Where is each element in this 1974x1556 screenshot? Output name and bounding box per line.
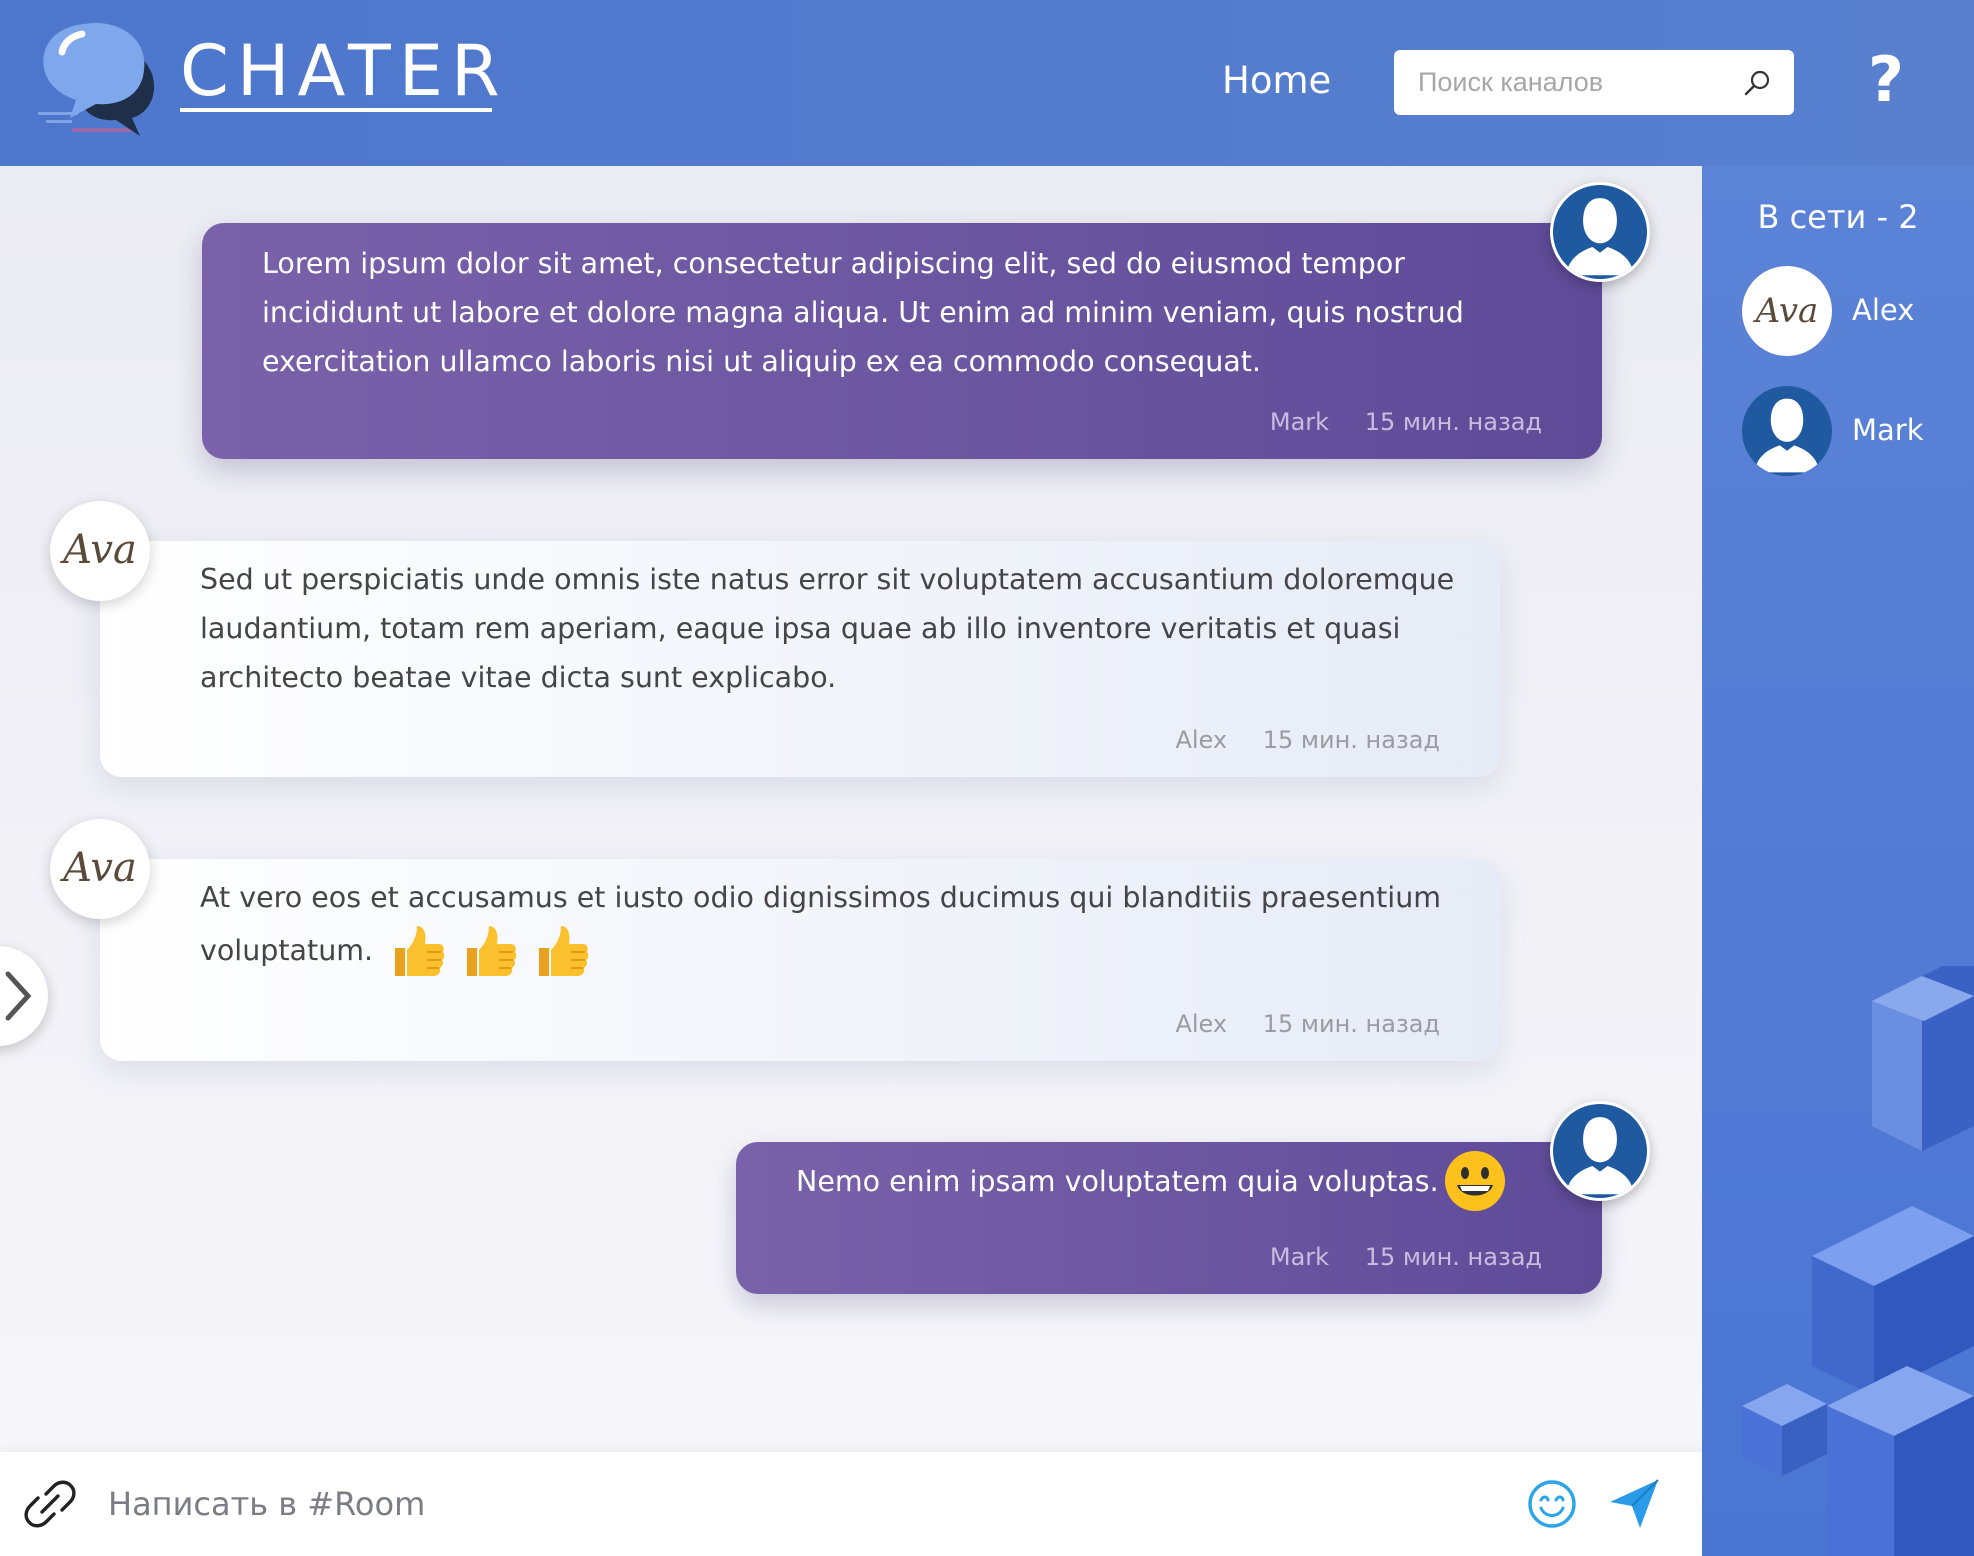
message-text: Lorem ipsum dolor sit amet, consectetur …	[262, 247, 1464, 378]
chat-bubbles-logo-icon	[38, 22, 155, 136]
thumbs-up-icon	[467, 926, 517, 976]
user-silhouette-icon	[1566, 198, 1634, 276]
svg-text:Ava: Ava	[59, 527, 137, 573]
online-users-sidebar: В сети - 2 Ava Alex Mark	[1702, 166, 1974, 1556]
alex-avatar[interactable]: Ava	[50, 819, 150, 919]
chat-app: CHATER Home ? Lorem ipsum dolor sit amet…	[0, 0, 1974, 1556]
message-text-line: At vero eos et accusamus et iusto odio d…	[200, 881, 1442, 914]
message-composer	[0, 1452, 1702, 1556]
message-author: Mark	[1269, 408, 1330, 436]
message-meta: Mark 15 мин. назад	[1270, 407, 1542, 437]
mark-avatar	[1742, 386, 1832, 476]
message-text: Sed ut perspiciatis unde omnis iste natu…	[200, 563, 1455, 694]
ava-signature-avatar: Ava	[1753, 291, 1819, 331]
svg-text:Ava: Ava	[1753, 291, 1819, 331]
message-bubble-other: Sed ut perspiciatis unde omnis iste natu…	[100, 541, 1500, 777]
ava-signature-avatar: Ava	[59, 527, 137, 573]
messages-area: Lorem ipsum dolor sit amet, consectetur …	[0, 166, 1702, 1452]
online-user-name: Mark	[1852, 413, 1924, 447]
thumbs-up-icon	[395, 926, 445, 976]
message-bubble-other: At vero eos et accusamus et iusto odio d…	[100, 859, 1500, 1061]
user-silhouette-icon	[1566, 1117, 1634, 1195]
send-icon[interactable]	[1606, 1476, 1662, 1532]
message-meta: Alex 15 мин. назад	[1175, 1009, 1440, 1039]
message-text: Nemo enim ipsam voluptatem quia voluptas…	[796, 1151, 1556, 1211]
help-icon[interactable]: ?	[1862, 40, 1910, 120]
online-count-title: В сети - 2	[1757, 198, 1919, 236]
message-text-line: voluptatum.	[200, 933, 374, 967]
message-meta: Alex 15 мин. назад	[1175, 725, 1440, 755]
top-header: CHATER Home ?	[0, 0, 1974, 166]
brand-title: CHATER	[180, 30, 508, 112]
mark-avatar[interactable]	[1550, 182, 1650, 282]
message-meta: Mark 15 мин. назад	[1270, 1242, 1542, 1272]
chevron-right-icon	[5, 971, 32, 1021]
message-time: 15 мин. назад	[1262, 726, 1440, 754]
user-silhouette-icon	[1754, 398, 1820, 473]
online-user-mark[interactable]: Mark	[1742, 386, 1972, 478]
toggle-panel-button[interactable]	[0, 946, 48, 1046]
ava-signature-avatar: Ava	[59, 845, 137, 891]
svg-text:Ava: Ava	[59, 845, 137, 891]
online-user-name: Alex	[1852, 293, 1915, 327]
message-text: At vero eos et accusamus et iusto odio d…	[200, 873, 1460, 978]
grinning-face-icon	[1444, 1151, 1505, 1211]
search-icon[interactable]	[1742, 68, 1772, 98]
message-text-line: Nemo enim ipsam voluptatem quia voluptas…	[796, 1164, 1439, 1198]
channel-search	[1394, 50, 1794, 115]
decorative-cubes-illustration	[1742, 966, 1974, 1556]
brand-underline	[180, 108, 492, 112]
message-bubble-mine: Nemo enim ipsam voluptatem quia voluptas…	[736, 1142, 1602, 1294]
message-time: 15 мин. назад	[1364, 1243, 1542, 1271]
message-input[interactable]	[108, 1472, 1468, 1536]
message-author: Alex	[1175, 726, 1228, 754]
message-time: 15 мин. назад	[1364, 408, 1542, 436]
message-author: Mark	[1269, 1243, 1330, 1271]
message-author: Alex	[1175, 1010, 1228, 1038]
message-bubble-mine: Lorem ipsum dolor sit amet, consectetur …	[202, 223, 1602, 459]
channel-search-input[interactable]	[1394, 50, 1734, 115]
message-time: 15 мин. назад	[1262, 1010, 1440, 1038]
smiley-icon[interactable]	[1526, 1478, 1578, 1530]
mark-avatar[interactable]	[1550, 1101, 1650, 1201]
nav-home-link[interactable]: Home	[1222, 56, 1331, 106]
alex-avatar: Ava	[1742, 266, 1832, 356]
attachment-link-icon[interactable]	[22, 1476, 78, 1532]
online-user-alex[interactable]: Ava Alex	[1742, 266, 1972, 358]
alex-avatar[interactable]: Ava	[50, 501, 150, 601]
message-text-line-with-emojis: voluptatum.	[200, 922, 1460, 978]
thumbs-up-icon	[539, 926, 589, 976]
